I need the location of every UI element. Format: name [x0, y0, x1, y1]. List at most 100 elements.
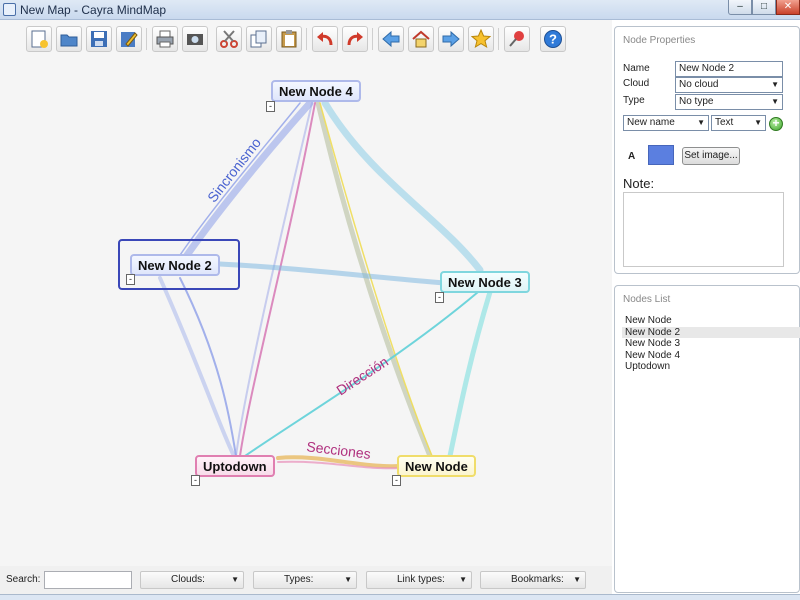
collapse-toggle[interactable]: -: [392, 475, 401, 486]
font-button[interactable]: A: [628, 151, 635, 162]
list-item[interactable]: New Node 3: [622, 338, 800, 350]
chevron-down-icon: ▼: [573, 575, 581, 584]
node-properties-panel: Node Properties Name New Node 2 Cloud No…: [614, 26, 800, 274]
toolbar-separator: [498, 28, 499, 50]
search-label: Search:: [6, 574, 41, 585]
link-types-filter-dropdown[interactable]: Link types: ▼: [366, 571, 472, 589]
chevron-down-icon: ▼: [771, 97, 779, 106]
list-item[interactable]: Uptodown: [622, 361, 800, 373]
save-button[interactable]: [86, 26, 112, 52]
toolbar-separator: [146, 28, 147, 50]
clouds-filter-dropdown[interactable]: Clouds: ▼: [140, 571, 244, 589]
paste-clipboard-icon: [281, 30, 297, 48]
type-label: Type: [623, 95, 645, 106]
help-icon: ?: [544, 30, 562, 48]
chevron-down-icon: ▼: [754, 118, 762, 127]
mind-map-canvas[interactable]: Sincronismo Dirección Secciones New Node…: [0, 58, 612, 566]
redo-button[interactable]: [342, 26, 368, 52]
bookmarks-filter-dropdown[interactable]: Bookmarks: ▼: [480, 571, 586, 589]
link-label-direccion: Dirección: [333, 353, 391, 398]
attribute-name-select[interactable]: New name ▼: [623, 115, 709, 131]
open-folder-icon: [60, 34, 78, 47]
home-icon: [412, 30, 430, 48]
title-bar: New Map - Cayra MindMap – □ ✕: [0, 0, 800, 20]
node-new-node-3[interactable]: New Node 3: [440, 271, 530, 293]
cut-button[interactable]: [216, 26, 242, 52]
save-disk-icon: [91, 31, 107, 47]
screenshot-button[interactable]: [182, 26, 208, 52]
cloud-label: Cloud: [623, 78, 650, 89]
collapse-toggle[interactable]: -: [126, 274, 135, 285]
toolbar-separator: [372, 28, 373, 50]
chevron-down-icon: ▼: [344, 575, 352, 584]
status-strip: [0, 594, 800, 600]
note-textarea[interactable]: [623, 192, 784, 267]
copy-icon: [250, 30, 267, 48]
minimize-button[interactable]: –: [728, 0, 752, 15]
cloud-select[interactable]: No cloud ▼: [675, 77, 783, 93]
type-select[interactable]: No type ▼: [675, 94, 783, 110]
node-color-swatch[interactable]: [648, 145, 674, 165]
edit-pencil-icon: [121, 32, 138, 47]
maximize-button[interactable]: □: [752, 0, 776, 15]
collapse-toggle[interactable]: -: [266, 101, 275, 112]
open-button[interactable]: [56, 26, 82, 52]
chevron-down-icon: ▼: [697, 118, 705, 127]
attribute-type-select[interactable]: Text ▼: [711, 115, 766, 131]
node-uptodown[interactable]: Uptodown: [195, 455, 275, 477]
types-filter-label: Types:: [284, 574, 314, 585]
app-icon: [3, 3, 16, 16]
chevron-down-icon: ▼: [231, 575, 239, 584]
close-button[interactable]: ✕: [776, 0, 800, 15]
chevron-down-icon: ▼: [771, 80, 779, 89]
attribute-type-value: Text: [715, 117, 734, 128]
help-button[interactable]: ?: [540, 26, 566, 52]
cloud-select-value: No cloud: [679, 79, 719, 90]
pin-icon: [509, 31, 524, 47]
link-node2-node3[interactable]: [217, 261, 447, 286]
note-label: Note:: [623, 176, 655, 191]
pin-button[interactable]: [504, 26, 530, 52]
edit-button[interactable]: [116, 26, 142, 52]
node-new-node-4[interactable]: New Node 4: [271, 80, 361, 102]
plus-icon: +: [772, 116, 780, 130]
list-item[interactable]: New Node 4: [622, 350, 800, 362]
link-types-filter-label: Link types:: [397, 574, 445, 585]
collapse-toggle[interactable]: -: [191, 475, 200, 486]
node-name-field[interactable]: New Node 2: [675, 61, 783, 77]
new-map-button[interactable]: [26, 26, 52, 52]
name-label: Name: [623, 63, 650, 74]
back-button[interactable]: [378, 26, 404, 52]
cut-scissors-icon: [220, 30, 238, 48]
svg-text:?: ?: [549, 32, 557, 47]
new-map-icon: [31, 30, 48, 48]
link-node4-node3[interactable]: [321, 99, 484, 274]
node-new-node[interactable]: New Node: [397, 455, 476, 477]
collapse-toggle[interactable]: -: [435, 292, 444, 303]
link-node4-node2[interactable]: [181, 99, 314, 262]
list-item[interactable]: New Node: [622, 315, 800, 327]
node-new-node-2[interactable]: New Node 2: [130, 254, 220, 276]
node-properties-header: Node Properties: [623, 35, 696, 46]
home-button[interactable]: [408, 26, 434, 52]
links-layer: Sincronismo Dirección Secciones: [158, 99, 493, 470]
undo-button[interactable]: [312, 26, 338, 52]
link-node2-uptodown[interactable]: [179, 277, 237, 457]
toolbar-separator: [306, 28, 307, 50]
chevron-down-icon: ▼: [459, 575, 467, 584]
print-button[interactable]: [152, 26, 178, 52]
copy-button[interactable]: [246, 26, 272, 52]
list-item[interactable]: New Node 2: [622, 326, 800, 338]
toolbar: ?: [0, 20, 612, 58]
bookmark-button[interactable]: [468, 26, 494, 52]
forward-button[interactable]: [438, 26, 464, 52]
nodes-list-panel: Nodes List New Node New Node 2 New Node …: [614, 285, 800, 593]
types-filter-dropdown[interactable]: Types: ▼: [253, 571, 357, 589]
attribute-name-value: New name: [627, 117, 675, 128]
search-input[interactable]: [44, 571, 132, 589]
link-node3-node1[interactable]: [447, 289, 493, 459]
add-attribute-button[interactable]: +: [769, 117, 783, 131]
paste-button[interactable]: [276, 26, 302, 52]
nodes-list: New Node New Node 2 New Node 3 New Node …: [622, 315, 800, 373]
set-image-button[interactable]: Set image...: [682, 147, 740, 165]
